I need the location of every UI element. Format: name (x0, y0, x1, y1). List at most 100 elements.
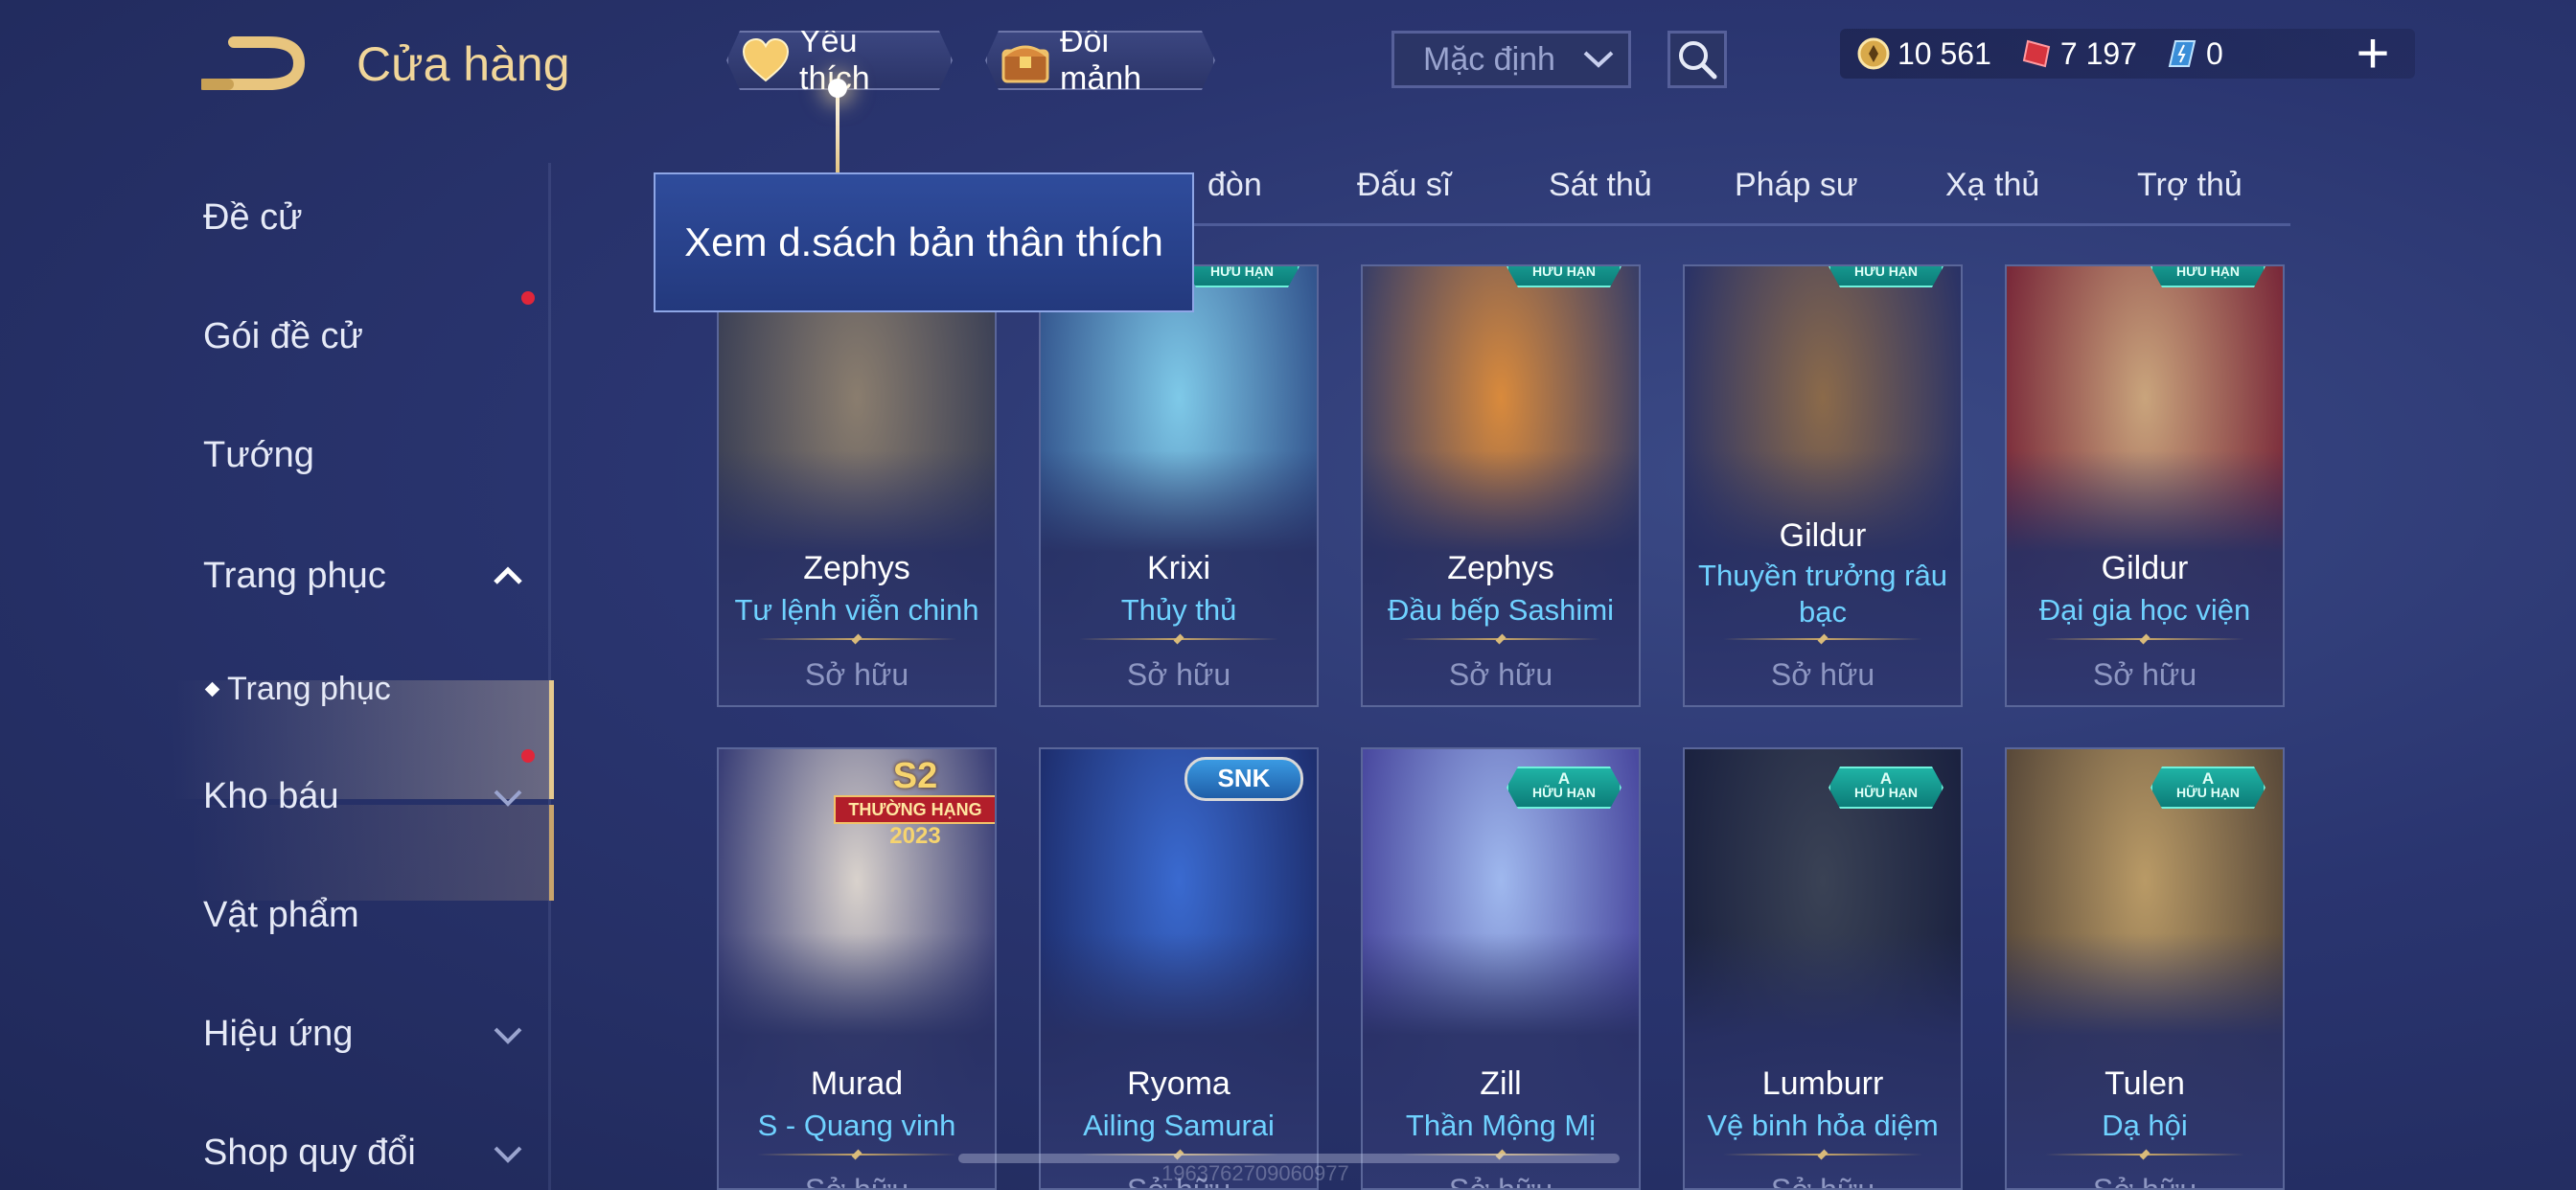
card-separator (757, 1154, 956, 1156)
sidebar-item-treasure[interactable]: Kho báu (203, 776, 339, 817)
skin-name: Dạ hội (2102, 1109, 2188, 1142)
tab-assassin[interactable]: Sát thủ (1549, 167, 1652, 204)
voucher-balance: 7 197 (2020, 36, 2137, 72)
card-separator (1723, 638, 1922, 640)
sidebar: Đề cử Gói đề cử Tướng Trang phục Trang p… (0, 163, 556, 1190)
notification-dot (521, 291, 535, 305)
skin-card[interactable]: AHỮU HẠN Gildur Đại gia học viện Sở hữu (2005, 264, 2285, 707)
badge-rank: THƯỜNG HẠNG (834, 795, 995, 824)
chevron-down-icon (494, 1146, 522, 1163)
tab-support[interactable]: Trợ thủ (2137, 167, 2242, 204)
skin-card[interactable]: AHỮU HẠN Zephys Đầu bếp Sashimi Sở hữu (1361, 264, 1641, 707)
skin-card[interactable]: AHỮU HẠNZephysTư lệnh viễn chinhSở hữu (717, 264, 997, 707)
skin-card[interactable]: A HỮU HẠN Zill Thần Mộng Mị Sở hữu (1361, 747, 1641, 1190)
search-icon (1679, 41, 1717, 80)
hero-name: Zill (1480, 1065, 1522, 1102)
search-button[interactable] (1668, 31, 1727, 88)
token-balance: 0 (2166, 36, 2223, 72)
chevron-down-icon (494, 1027, 522, 1044)
card-separator (757, 638, 956, 640)
season-reward-badge: S2 THƯỜNG HẠNG 2023 (834, 756, 995, 849)
tab-marksman[interactable]: Xạ thủ (1945, 167, 2039, 204)
chevron-down-icon (494, 790, 522, 807)
sidebar-item-effects[interactable]: Hiệu ứng (203, 1014, 353, 1055)
badge-year: 2023 (889, 823, 941, 849)
chevron-up-icon (494, 566, 522, 584)
skin-card[interactable]: A HỮU HẠN Lumburr Vệ binh hỏa diệm Sở hữu (1683, 747, 1963, 1190)
card-separator (2045, 1154, 2244, 1156)
hero-name: Gildur (2101, 550, 2189, 586)
skin-name: Ailing Samurai (1083, 1109, 1275, 1142)
limited-badge: AHỮU HẠN (1506, 767, 1622, 809)
chest-icon (1000, 35, 1050, 85)
sidebar-item-featured[interactable]: Đề cử (203, 197, 303, 239)
badge-s2: S2 (892, 756, 938, 796)
exchange-shards-button[interactable]: Đổi mảnh (985, 31, 1215, 90)
sidebar-subitem-skins[interactable]: Trang phục (204, 671, 391, 708)
add-currency-button[interactable]: + (2346, 25, 2400, 82)
page-title: Cửa hàng (356, 37, 570, 91)
blue-token-icon (2168, 40, 2196, 67)
sort-value: Mặc định (1423, 40, 1555, 78)
limited-badge: AHỮU HẠN (2150, 767, 2266, 809)
card-separator (1401, 638, 1600, 640)
sidebar-subitem-label: Trang phục (227, 671, 391, 707)
tab-tank[interactable]: đòn (1208, 167, 1262, 204)
sidebar-item-skins[interactable]: Trang phục (203, 556, 386, 597)
owned-status: Sở hữu (1126, 657, 1231, 692)
hero-name: Lumburr (1761, 1065, 1884, 1102)
tab-mage[interactable]: Pháp sư (1735, 167, 1858, 204)
owned-status: Sở hữu (2092, 1173, 2197, 1190)
owned-status: Sở hữu (1770, 657, 1875, 692)
limited-badge: AHỮU HẠN (1828, 264, 1944, 287)
sidebar-item-exchange-shop[interactable]: Shop quy đổi (203, 1133, 416, 1174)
gold-balance: 10 561 (1857, 36, 1991, 72)
diamond-bullet-icon (204, 681, 220, 698)
skin-name: S - Quang vinh (757, 1109, 956, 1142)
card-separator (1723, 1154, 1922, 1156)
limited-badge: AHỮU HẠN (2150, 264, 2266, 287)
skin-card[interactable]: A HỮU HẠN Tulen Dạ hội Sở hữu (2005, 747, 2285, 1190)
hero-name: Ryoma (1127, 1065, 1230, 1102)
skin-card[interactable]: S2 THƯỜNG HẠNG 2023 Murad S - Quang vinh Sở h… (717, 747, 997, 1190)
red-voucher-icon (2022, 39, 2051, 68)
skin-name: Thủy thủ (1120, 593, 1237, 627)
skin-name: Vệ binh hỏa diệm (1707, 1109, 1939, 1142)
owned-status: Sở hữu (1448, 657, 1553, 692)
uid-watermark: 1963762709060977 (1162, 1161, 1349, 1185)
notification-dot (521, 749, 535, 763)
tooltip-stem (836, 86, 840, 177)
tooltip-text: Xem d.sách bản thân thích (684, 219, 1163, 264)
sidebar-item-items[interactable]: Vật phẩm (203, 895, 359, 936)
favorites-label: Yêu thích (799, 23, 858, 59)
skin-card[interactable]: AHỮU HẠN Gildur Thuyền trưởng râu bạc Sở hữ… (1683, 264, 1963, 707)
voucher-amount: 7 197 (2059, 35, 2137, 71)
skin-name: Đại gia học viện (2038, 593, 2251, 627)
card-separator (1079, 638, 1278, 640)
skin-name: Thuyền trưởng râu bạc (1698, 559, 1947, 629)
back-arrow-icon (197, 36, 306, 90)
sidebar-item-featured-packs[interactable]: Gói đề cử (203, 316, 363, 357)
hero-name: Zephys (803, 550, 910, 586)
back-button[interactable] (197, 34, 307, 94)
owned-status: Sở hữu (2092, 657, 2197, 692)
sort-dropdown[interactable]: Mặc định (1392, 31, 1631, 88)
owned-status: Sở hữu (804, 657, 909, 692)
limited-badge: AHỮU HẠN (1506, 264, 1622, 287)
exchange-label: Đổi mảnh (1060, 23, 1142, 97)
skin-card[interactable]: AHỮU HẠN Krixi Thủy thủ Sở hữu (1039, 264, 1319, 707)
sidebar-item-heroes[interactable]: Tướng (203, 435, 314, 476)
chevron-down-icon (1583, 51, 1614, 68)
owned-status: Sở hữu (804, 1173, 909, 1190)
skin-card[interactable]: SNK Ryoma Ailing Samurai Sở hữu (1039, 747, 1319, 1190)
token-amount: 0 (2205, 35, 2223, 71)
skin-name: Tư lệnh viễn chinh (734, 593, 979, 627)
hero-name: Gildur (1779, 517, 1867, 554)
tab-fighter[interactable]: Đấu sĩ (1357, 167, 1451, 204)
limited-badge: AHỮU HẠN (1184, 264, 1300, 287)
tooltip-anchor (828, 79, 847, 98)
sidebar-sub-highlight (192, 805, 554, 901)
gold-coin-icon (1857, 37, 1890, 70)
heart-icon (742, 35, 790, 85)
skin-name: Đầu bếp Sashimi (1387, 593, 1615, 627)
